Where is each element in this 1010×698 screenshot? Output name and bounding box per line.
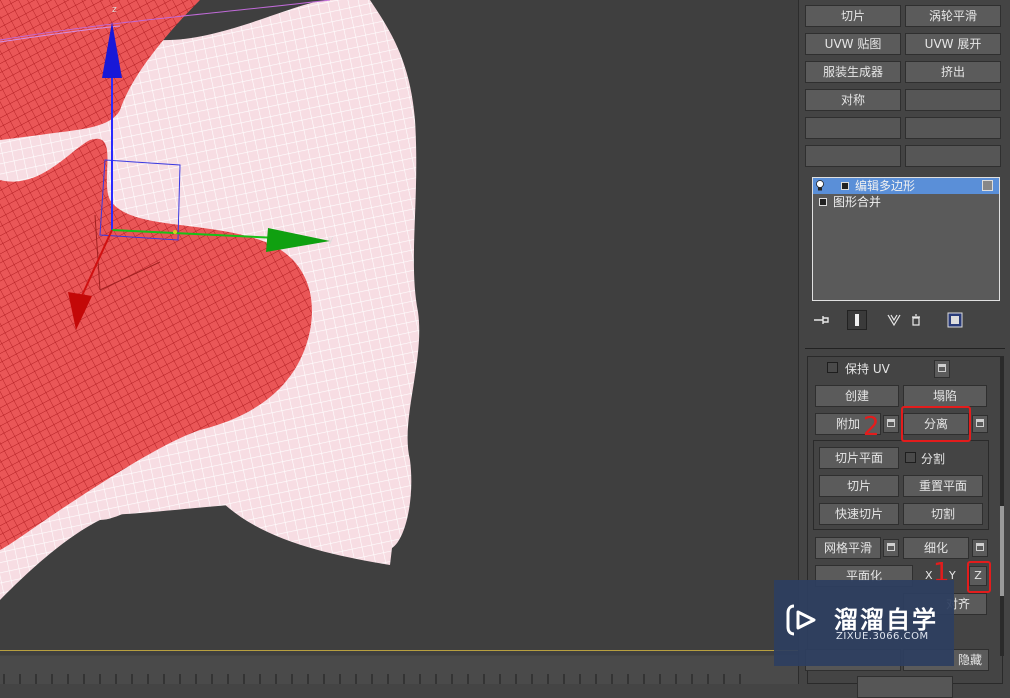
show-end-result-icon[interactable] <box>847 310 867 330</box>
pin-stack-icon[interactable] <box>813 314 829 326</box>
expand-icon[interactable] <box>819 198 827 206</box>
modifier-button-unwrap-uvw[interactable]: UVW 展开 <box>905 33 1001 55</box>
collapse-button[interactable]: 塌陷 <box>903 385 987 407</box>
modifier-stack-list[interactable]: 编辑多边形 图形合并 <box>812 177 1000 301</box>
watermark-url: ZIXUE.3066.COM <box>836 631 929 642</box>
watermark: 溜溜自学 ZIXUE.3066.COM <box>774 580 954 666</box>
detach-settings-icon[interactable] <box>972 415 988 433</box>
svg-text:y: y <box>328 235 334 245</box>
configure-modifier-sets-icon[interactable] <box>947 312 963 328</box>
modifier-button-symmetry[interactable]: 对称 <box>805 89 901 111</box>
modifier-button-empty[interactable] <box>905 145 1001 167</box>
preserve-uv-settings-icon[interactable] <box>934 360 950 378</box>
modifier-button-empty[interactable] <box>805 117 901 139</box>
highlight-z <box>967 561 991 593</box>
meshsmooth-settings-icon[interactable] <box>883 539 899 557</box>
modifier-button-empty[interactable] <box>905 117 1001 139</box>
modifier-button-uvw-map[interactable]: UVW 贴图 <box>805 33 901 55</box>
tessellate-button[interactable]: 细化 <box>903 537 969 559</box>
stack-item-label: 图形合并 <box>833 195 882 209</box>
highlight-detach <box>901 406 971 442</box>
svg-text:z: z <box>112 5 117 15</box>
rollout-divider <box>805 348 1005 349</box>
viewport-active-border <box>0 650 798 651</box>
modifier-button-garment-maker[interactable]: 服装生成器 <box>805 61 901 83</box>
split-checkbox[interactable] <box>905 452 916 463</box>
make-unique-icon[interactable] <box>887 313 901 327</box>
cut-button[interactable]: 切割 <box>903 503 983 525</box>
timeline-ticks <box>3 674 741 684</box>
stack-toolbar <box>813 310 1003 332</box>
meshsmooth-button[interactable]: 网格平滑 <box>815 537 881 559</box>
mesh-render: z y <box>0 0 420 600</box>
scrollbar-thumb[interactable] <box>1000 506 1004 596</box>
modifier-button-slice[interactable]: 切片 <box>805 5 901 27</box>
step-number-2: 2 <box>863 412 880 442</box>
perspective-viewport[interactable]: z y <box>0 0 798 655</box>
panel-scrollbar[interactable] <box>1000 356 1004 656</box>
stack-item-label: 编辑多边形 <box>855 179 916 193</box>
stack-item-edit-poly[interactable]: 编辑多边形 <box>813 178 999 194</box>
lightbulb-icon[interactable] <box>815 180 825 191</box>
create-button[interactable]: 创建 <box>815 385 899 407</box>
modifier-button-empty[interactable] <box>805 145 901 167</box>
watermark-title: 溜溜自学 <box>834 606 938 634</box>
attach-list-icon[interactable] <box>883 415 899 433</box>
pin-box-icon[interactable] <box>982 180 993 191</box>
preserve-uv-label: 保持 UV <box>845 362 890 376</box>
modifier-button-extrude[interactable]: 挤出 <box>905 61 1001 83</box>
stack-item-shapemerge[interactable]: 图形合并 <box>813 194 999 210</box>
slice-button[interactable]: 切片 <box>819 475 899 497</box>
modifier-button-empty[interactable] <box>905 89 1001 111</box>
preserve-uv-checkbox[interactable] <box>827 362 838 373</box>
split-label: 分割 <box>921 452 946 466</box>
reset-plane-button[interactable]: 重置平面 <box>903 475 983 497</box>
remove-modifier-icon[interactable] <box>911 313 921 327</box>
tessellate-settings-icon[interactable] <box>972 539 988 557</box>
slice-plane-button[interactable]: 切片平面 <box>819 447 899 469</box>
quickslice-button[interactable]: 快速切片 <box>819 503 899 525</box>
modifier-button-turbosmooth[interactable]: 涡轮平滑 <box>905 5 1001 27</box>
timeline-ruler[interactable] <box>0 656 798 684</box>
expand-icon[interactable] <box>841 182 849 190</box>
play-logo-icon <box>786 604 816 636</box>
cropped-button[interactable] <box>857 676 953 698</box>
